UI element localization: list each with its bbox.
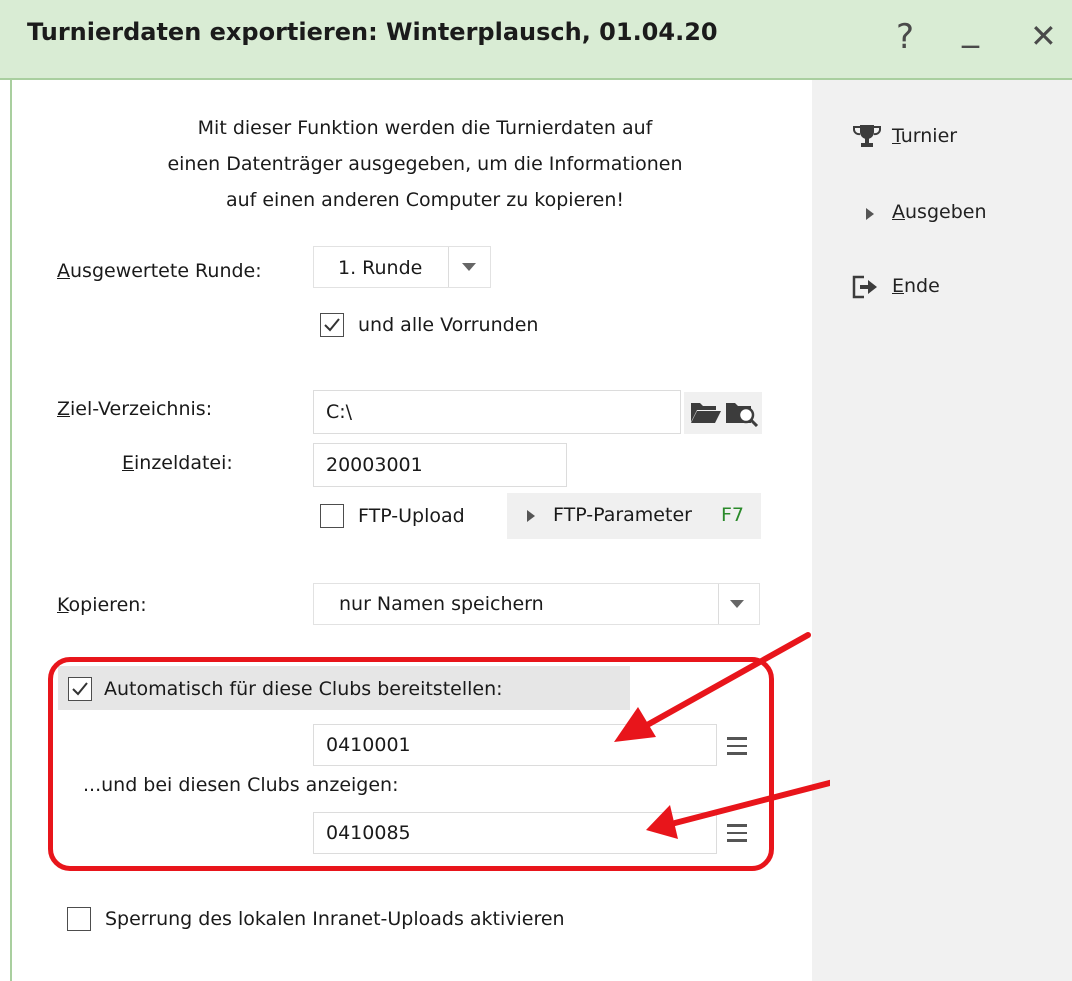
kopieren-select[interactable]: nur Namen speichern [313,583,760,625]
minimize-button[interactable]: _ [962,12,979,46]
exit-icon [852,275,877,299]
sidebar-item-turnier[interactable]: Turnier [846,120,1066,156]
sidebar-item-label: Ausgeben [892,201,987,223]
arrow-annotation-icon [614,632,830,839]
sidebar-item-label: Ende [892,275,940,297]
einzel-label: Einzeldatei: [122,452,233,474]
info-text: Mit dieser Funktion werden die Turnierda… [110,110,740,218]
sperrung-label: Sperrung des lokalen Inranet-Uploads akt… [105,908,565,930]
select-divider [448,247,449,287]
folder-open-icon[interactable] [690,399,722,425]
ftp-checkbox[interactable] [320,504,344,528]
runde-value: 1. Runde [338,257,423,279]
chevron-down-icon [730,600,744,608]
window-border [10,80,12,981]
help-button[interactable]: ? [896,20,914,54]
sperrung-checkbox[interactable] [67,907,91,931]
check-icon [324,318,340,332]
chevron-down-icon [462,263,476,271]
window-title: Turnierdaten exportieren: Winterplausch,… [27,18,718,46]
ftp-label: FTP-Upload [358,505,465,527]
select-divider [718,584,719,624]
vorrunden-label: und alle Vorrunden [358,314,539,336]
ziel-input[interactable]: C:\ [313,390,681,434]
runde-select[interactable]: 1. Runde [313,246,491,288]
folder-search-icon[interactable] [725,397,759,427]
ftp-parameter-label: FTP-Parameter [553,504,692,526]
kopieren-label: Kopieren: [57,594,147,616]
vorrunden-checkbox[interactable] [320,313,344,337]
triangle-right-icon [527,510,535,522]
kopieren-value: nur Namen speichern [339,593,544,615]
sidebar-item-label: Turnier [892,125,958,147]
ftp-parameter-button[interactable]: FTP-Parameter F7 [507,493,761,539]
einzel-input[interactable]: 20003001 [313,443,567,487]
trophy-icon [853,125,881,147]
ziel-label: Ziel-Verzeichnis: [57,398,213,420]
runde-label: Ausgewertete Runde: [57,260,262,282]
info-line: auf einen anderen Computer zu kopieren! [225,189,625,211]
triangle-right-icon [866,208,874,220]
shortcut-key: F7 [721,504,745,526]
info-line: Mit dieser Funktion werden die Turnierda… [197,117,653,139]
close-button[interactable]: ✕ [1030,20,1057,52]
sidebar-item-ende[interactable]: Ende [846,270,1066,306]
info-line: einen Datenträger ausgegeben, um die Inf… [167,153,683,175]
sidebar-item-ausgeben[interactable]: Ausgeben [846,196,1066,232]
